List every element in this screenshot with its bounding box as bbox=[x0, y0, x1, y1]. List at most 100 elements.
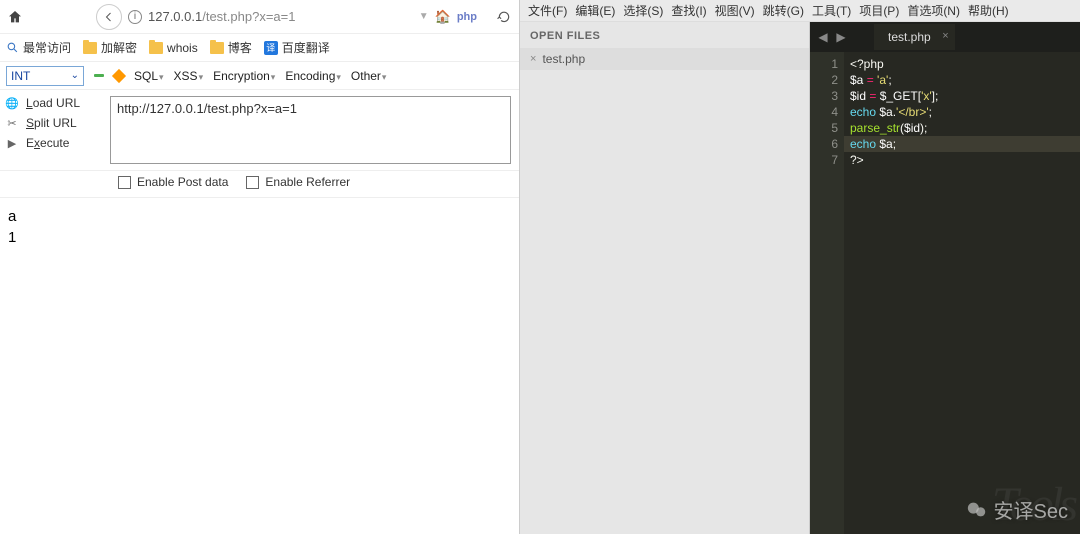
menu-bar: 文件(F) 编辑(E) 选择(S) 查找(I) 视图(V) 跳转(G) 工具(T… bbox=[520, 0, 1080, 22]
home-small-icon[interactable]: 🏠 bbox=[435, 9, 451, 25]
tab-bar: ◀ ▶ test.php × bbox=[810, 22, 1080, 52]
page-output: a 1 bbox=[0, 198, 519, 256]
url-path: /test.php?x=a=1 bbox=[202, 9, 295, 24]
address-bar-row: i 127.0.0.1/test.php?x=a=1 ▼ 🏠 php bbox=[0, 0, 519, 34]
folder-icon bbox=[83, 42, 97, 54]
bookmark-label: whois bbox=[167, 41, 198, 55]
checkbox-icon bbox=[118, 176, 131, 189]
menu-project[interactable]: 项目(P) bbox=[859, 2, 899, 19]
output-line: 1 bbox=[8, 227, 511, 248]
code-line: echo $a.'</br>'; bbox=[850, 104, 1080, 120]
url-input[interactable]: http://127.0.0.1/test.php?x=a=1 bbox=[110, 96, 511, 164]
chevron-down-icon: ▾ bbox=[382, 72, 387, 82]
watermark-text: 安译Sec bbox=[994, 495, 1068, 524]
code-line: $a = 'a'; bbox=[850, 72, 1080, 88]
hackbar-toolbar: INT ⌄ SQL▾ XSS▾ Encryption▾ Encoding▾ Ot… bbox=[0, 62, 519, 90]
line-gutter: 1 2 3 4 5 6 7 bbox=[810, 52, 844, 534]
home-icon[interactable] bbox=[6, 8, 24, 26]
php-badge: php bbox=[457, 11, 477, 23]
refresh-icon[interactable] bbox=[495, 8, 513, 26]
menu-sql[interactable]: SQL▾ bbox=[134, 69, 164, 83]
url-dropdown-icon[interactable]: ▼ bbox=[419, 11, 429, 22]
line-number: 4 bbox=[810, 104, 838, 120]
orange-diamond-icon[interactable] bbox=[112, 68, 126, 82]
execute-button[interactable]: ▶Execute bbox=[4, 136, 106, 150]
line-number: 7 bbox=[810, 152, 838, 168]
execute-icon: ▶ bbox=[4, 137, 20, 150]
chevron-down-icon: ▾ bbox=[271, 72, 276, 82]
menu-select[interactable]: 选择(S) bbox=[623, 2, 663, 19]
open-file-name: test.php bbox=[542, 52, 585, 66]
open-files-header: OPEN FILES bbox=[520, 22, 809, 48]
line-number: 1 bbox=[810, 56, 838, 72]
search-icon bbox=[6, 41, 19, 54]
translate-icon: 译 bbox=[264, 41, 278, 55]
bookmark-label: 博客 bbox=[228, 39, 252, 56]
code-line: $id = $_GET['x']; bbox=[850, 88, 1080, 104]
close-icon[interactable]: × bbox=[942, 30, 948, 42]
split-url-button[interactable]: ✂Split URL bbox=[4, 116, 106, 130]
load-url-button[interactable]: 🌐Load URL bbox=[4, 96, 106, 110]
menu-file[interactable]: 文件(F) bbox=[528, 2, 567, 19]
tab-label: test.php bbox=[888, 30, 931, 44]
url-text[interactable]: 127.0.0.1/test.php?x=a=1 bbox=[148, 9, 413, 24]
back-button[interactable] bbox=[96, 4, 122, 30]
chevron-down-icon: ▾ bbox=[159, 72, 164, 82]
code-lines[interactable]: <?php $a = 'a'; $id = $_GET['x']; echo $… bbox=[844, 52, 1080, 534]
chevron-down-icon: ⌄ bbox=[71, 70, 79, 81]
bookmark-encrypt[interactable]: 加解密 bbox=[83, 39, 137, 56]
menu-help[interactable]: 帮助(H) bbox=[968, 2, 1009, 19]
url-host: 127.0.0.1 bbox=[148, 9, 202, 24]
folder-icon bbox=[210, 42, 224, 54]
line-number: 6 bbox=[810, 136, 838, 152]
line-number: 5 bbox=[810, 120, 838, 136]
menu-other[interactable]: Other▾ bbox=[351, 69, 387, 83]
menu-find[interactable]: 查找(I) bbox=[671, 2, 706, 19]
checkbox-label: Enable Referrer bbox=[265, 175, 350, 189]
folder-icon bbox=[149, 42, 163, 54]
load-icon: 🌐 bbox=[4, 97, 20, 110]
code-line: ?> bbox=[850, 152, 1080, 168]
bookmark-most-visited[interactable]: 最常访问 bbox=[6, 39, 71, 56]
code-line-active: echo $a; bbox=[844, 136, 1080, 152]
code-line: parse_str($id); bbox=[850, 120, 1080, 136]
menu-encryption[interactable]: Encryption▾ bbox=[213, 69, 275, 83]
menu-edit[interactable]: 编辑(E) bbox=[575, 2, 615, 19]
enable-post-checkbox[interactable]: Enable Post data bbox=[118, 175, 228, 189]
menu-prefs[interactable]: 首选项(N) bbox=[907, 2, 960, 19]
menu-xss[interactable]: XSS▾ bbox=[174, 69, 204, 83]
tab-testphp[interactable]: test.php × bbox=[874, 24, 955, 50]
bookmark-blog[interactable]: 博客 bbox=[210, 39, 252, 56]
code-panel: ◀ ▶ test.php × 1 2 3 4 5 6 7 bbox=[810, 22, 1080, 534]
bookmark-whois[interactable]: whois bbox=[149, 41, 198, 55]
bookmark-label: 最常访问 bbox=[23, 39, 71, 56]
chevron-down-icon: ▾ bbox=[336, 72, 341, 82]
bookmark-bar: 最常访问 加解密 whois 博客 译百度翻译 bbox=[0, 34, 519, 62]
menu-tools[interactable]: 工具(T) bbox=[812, 2, 851, 19]
line-number: 2 bbox=[810, 72, 838, 88]
mode-value: INT bbox=[11, 69, 30, 83]
tab-next-icon[interactable]: ▶ bbox=[834, 30, 848, 44]
tab-prev-icon[interactable]: ◀ bbox=[816, 30, 830, 44]
url-input-value: http://127.0.0.1/test.php?x=a=1 bbox=[117, 101, 297, 116]
close-icon[interactable]: × bbox=[530, 53, 536, 65]
browser-pane: i 127.0.0.1/test.php?x=a=1 ▼ 🏠 php 最常访问 … bbox=[0, 0, 520, 534]
mode-select[interactable]: INT ⌄ bbox=[6, 66, 84, 86]
site-info-icon[interactable]: i bbox=[128, 10, 142, 24]
menu-goto[interactable]: 跳转(G) bbox=[763, 2, 804, 19]
sidebar: OPEN FILES × test.php bbox=[520, 22, 810, 534]
bookmark-label: 百度翻译 bbox=[282, 39, 330, 56]
open-file-item[interactable]: × test.php bbox=[520, 48, 809, 70]
menu-encoding[interactable]: Encoding▾ bbox=[285, 69, 341, 83]
line-number: 3 bbox=[810, 88, 838, 104]
bookmark-translate[interactable]: 译百度翻译 bbox=[264, 39, 330, 56]
green-dash-icon[interactable] bbox=[94, 74, 104, 77]
bookmark-label: 加解密 bbox=[101, 39, 137, 56]
enable-referrer-checkbox[interactable]: Enable Referrer bbox=[246, 175, 350, 189]
checkbox-label: Enable Post data bbox=[137, 175, 228, 189]
hackbar-options: Enable Post data Enable Referrer bbox=[0, 171, 519, 198]
code-area[interactable]: 1 2 3 4 5 6 7 <?php $a = 'a'; $id = $_GE… bbox=[810, 52, 1080, 534]
hackbar-main: 🌐Load URL ✂Split URL ▶Execute http://127… bbox=[0, 90, 519, 171]
checkbox-icon bbox=[246, 176, 259, 189]
menu-view[interactable]: 视图(V) bbox=[715, 2, 755, 19]
